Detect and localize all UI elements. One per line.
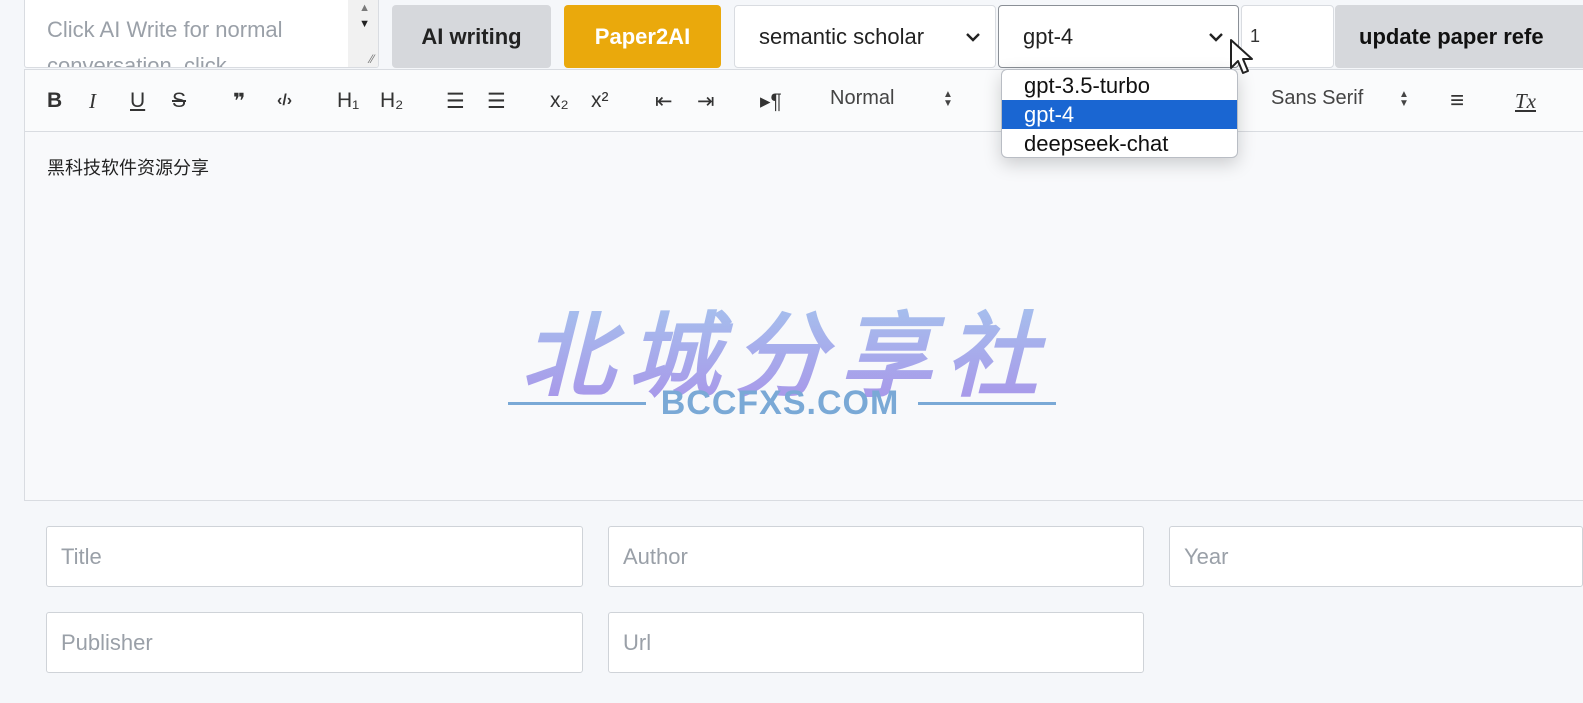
subscript-button[interactable]: x₂ (550, 88, 569, 114)
select-arrows-icon: ▲ ▼ (943, 89, 953, 109)
outdent-button[interactable]: ⇤ (655, 88, 673, 114)
editor-content[interactable]: 黑科技软件资源分享 (47, 154, 209, 180)
chevron-down-icon (1209, 33, 1223, 42)
prompt-placeholder: Click AI Write for normal conversation, … (47, 17, 283, 68)
model-option-selected[interactable]: gpt-4 (1002, 100, 1237, 129)
year-field[interactable]: Year (1169, 526, 1583, 587)
model-select-value: gpt-4 (1023, 23, 1074, 49)
paper2ai-button[interactable]: Paper2AI (564, 5, 721, 68)
blockquote-button[interactable]: ❞ (233, 88, 245, 114)
author-field[interactable]: Author (608, 526, 1144, 587)
select-arrows-icon: ▲ ▼ (1399, 89, 1409, 109)
model-select[interactable]: gpt-4 (998, 5, 1239, 68)
header1-button[interactable]: H₁ (337, 88, 359, 114)
watermark-subtitle: BCCFXS.COM (660, 384, 900, 422)
scroll-up-icon[interactable]: ▲ (359, 2, 370, 14)
indent-button[interactable]: ⇥ (697, 88, 715, 114)
header-size-select[interactable]: Normal (830, 87, 894, 110)
model-dropdown-list: gpt-3.5-turbo gpt-4 deepseek-chat (1001, 69, 1238, 158)
font-family-select[interactable]: Sans Serif (1271, 87, 1363, 110)
mouse-cursor-icon (1230, 39, 1253, 74)
source-select[interactable]: semantic scholar (734, 5, 996, 68)
clear-format-button[interactable]: Tx (1515, 88, 1536, 114)
align-button[interactable]: ≡ (1450, 87, 1464, 114)
code-block-button[interactable]: ‹/› (277, 88, 292, 114)
model-option[interactable]: deepseek-chat (1002, 129, 1237, 157)
header2-button[interactable]: H₂ (380, 88, 403, 114)
ai-writing-button[interactable]: AI writing (392, 5, 551, 68)
publisher-field[interactable]: Publisher (46, 612, 583, 673)
watermark-line-right (918, 402, 1056, 405)
italic-button[interactable]: I (89, 88, 96, 114)
source-select-value: semantic scholar (759, 23, 925, 49)
chevron-down-icon (966, 33, 980, 42)
editor-toolbar: B I U S ❞ ‹/› H₁ H₂ ☰ ☰ x₂ x² ⇤ ⇥ ▸¶ Nor… (25, 70, 1583, 132)
scroll-down-icon[interactable]: ▼ (359, 18, 370, 30)
bullet-list-button[interactable]: ☰ (487, 88, 506, 114)
ordered-list-button[interactable]: ☰ (446, 88, 465, 114)
title-field[interactable]: Title (46, 526, 583, 587)
superscript-button[interactable]: x² (591, 88, 609, 114)
watermark-line-left (508, 402, 646, 405)
model-option[interactable]: gpt-3.5-turbo (1002, 71, 1237, 100)
underline-button[interactable]: U (130, 88, 145, 114)
resize-handle-icon[interactable]: ⁄⁄ (370, 53, 374, 65)
prompt-textarea[interactable]: Click AI Write for normal conversation, … (24, 0, 379, 68)
url-field[interactable]: Url (608, 612, 1144, 673)
text-direction-button[interactable]: ▸¶ (760, 88, 782, 114)
update-paper-references-button[interactable]: update paper refe (1335, 5, 1583, 68)
strike-button[interactable]: S (172, 88, 186, 114)
bold-button[interactable]: B (47, 88, 62, 114)
